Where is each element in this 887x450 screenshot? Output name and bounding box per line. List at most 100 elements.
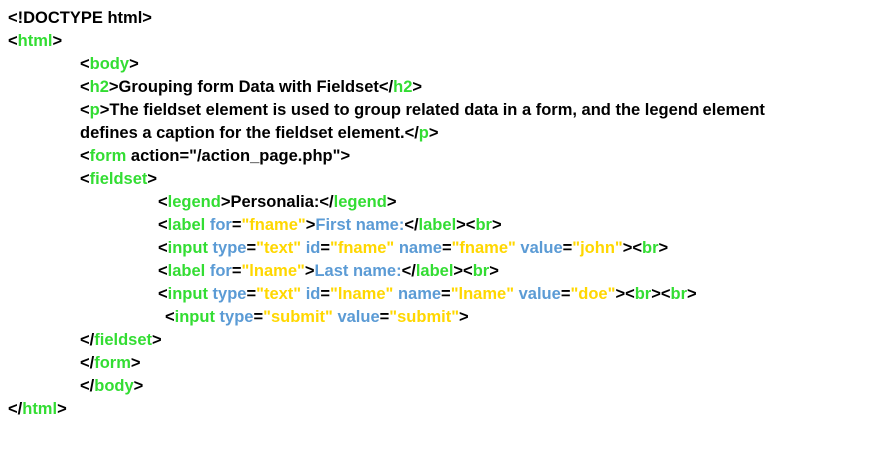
code-token: name [393,285,442,303]
code-line: <h2>Grouping form Data with Fieldset</h2… [80,76,422,99]
code-token: p [89,101,100,119]
code-line: <input type="text" id="fname" name="fnam… [158,237,668,260]
code-line: defines a caption for the fieldset eleme… [80,122,439,145]
code-token: input [167,285,208,303]
code-token: = [562,239,573,257]
code-token: >< [615,285,635,303]
code-token: >< [622,239,643,257]
code-token: "lname" [330,285,394,303]
code-token: input [174,308,215,326]
code-line: </body> [80,375,143,398]
code-token: "doe" [570,285,616,303]
code-token: = [320,239,331,257]
code-token: type [214,308,254,326]
code-token: "john" [572,239,623,257]
code-token: </ [404,216,419,234]
code-token: > [428,124,439,142]
code-token: < [158,216,168,234]
code-token: > [133,377,144,395]
code-token: = [320,285,331,303]
code-token: </ [8,400,23,418]
code-token: > [412,78,423,96]
code-token: value [515,239,563,257]
code-token: label [167,216,206,234]
code-token: for [205,262,232,280]
code-token: br [670,285,688,303]
code-token: type [207,285,247,303]
code-token: body [89,55,130,73]
code-token: >Personalia:</ [220,193,334,211]
code-line: <p>The fieldset element is used to group… [80,99,765,122]
code-token: > [130,354,141,372]
code-token: "text" [256,285,302,303]
code-token: < [158,262,168,280]
code-token: value [332,308,380,326]
code-token: form [94,354,131,372]
code-token: "lname" [450,285,515,303]
code-token: = [441,285,451,303]
code-token: h2 [393,78,413,96]
code-token: = [246,285,257,303]
code-token: legend [333,193,387,211]
code-token: </ [80,377,95,395]
code-line: <input type="text" id="lname" name="lnam… [158,283,697,306]
code-token: br [475,216,492,234]
code-token: form [89,147,127,165]
code-token: label [167,262,206,280]
code-token: = [379,308,390,326]
code-token: "lname" [241,262,305,280]
code-token: br [472,262,490,280]
code-token: "submit" [389,308,460,326]
code-token: < [158,193,168,211]
code-token: > [491,216,502,234]
code-token: First name: [315,216,405,234]
code-token: html [17,32,53,50]
code-token: "submit" [263,308,333,326]
code-line: </form> [80,352,141,375]
code-line: <html> [8,30,62,53]
code-token: p [418,124,429,142]
code-token: body [94,377,134,395]
code-token: > [147,170,158,188]
code-token: < [80,55,90,73]
code-token: label [418,216,457,234]
code-token: > [57,400,67,418]
code-token: legend [167,193,221,211]
code-line: <label for="lname">Last name:</label><br… [158,260,499,283]
code-token: input [167,239,208,257]
code-token: defines a caption for the fieldset eleme… [80,124,419,142]
code-token: >Grouping form Data with Fieldset</ [108,78,394,96]
code-line: <legend>Personalia:</legend> [158,191,396,214]
code-token: > [489,262,499,280]
code-token: < [158,239,168,257]
code-token: </ [80,354,95,372]
code-token: > [129,55,139,73]
code-token: > [152,331,162,349]
code-line: <input type="submit" value="submit"> [165,306,469,329]
code-token: html [22,400,58,418]
code-token: "fname" [330,239,395,257]
code-token: label [415,262,454,280]
code-token: >< [456,216,476,234]
code-token: < [165,308,175,326]
code-token: < [8,32,18,50]
code-line: <body> [80,53,139,76]
code-token: < [158,285,168,303]
code-line: <!DOCTYPE html> [8,7,152,30]
code-token: "fname" [241,216,306,234]
code-token: </ [80,331,95,349]
code-token: < [80,147,90,165]
code-token: < [80,101,90,119]
code-token: >The fieldset element is used to group r… [99,101,765,119]
code-line: <label for="fname">First name:</label><b… [158,214,502,237]
code-token: >< [453,262,473,280]
code-token: < [80,170,90,188]
code-token: name [394,239,442,257]
code-token: id [301,239,321,257]
code-line: </html> [8,398,67,421]
code-listing: <!DOCTYPE html> <html> <body> <h2>Grouping … [0,0,887,450]
code-token: >< [651,285,671,303]
code-token: > [459,308,469,326]
code-token: = [560,285,571,303]
code-token: = [441,239,452,257]
